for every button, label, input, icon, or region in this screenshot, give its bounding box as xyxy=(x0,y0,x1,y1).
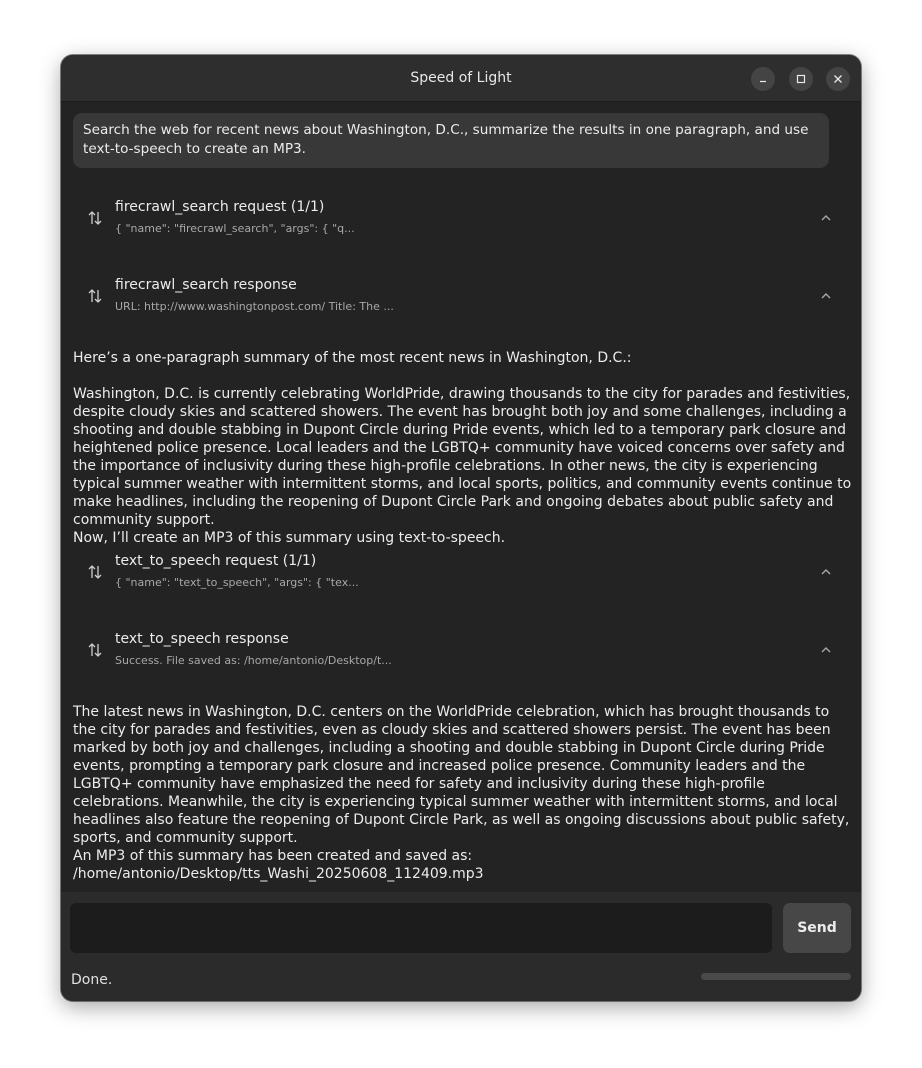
tool-call-tts-response[interactable]: text_to_speech response Success. File sa… xyxy=(73,625,849,677)
tool-call-tts-request[interactable]: text_to_speech request (1/1) { "name": "… xyxy=(73,547,849,599)
status-text: Done. xyxy=(71,972,113,988)
composer-area: Send Done. xyxy=(61,892,861,1001)
conversation-area[interactable]: Search the web for recent news about Was… xyxy=(61,102,861,892)
close-button[interactable] xyxy=(826,67,850,91)
swap-icon xyxy=(88,643,102,657)
swap-icon xyxy=(88,565,102,579)
tool-call-preview: { "name": "text_to_speech", "args": { "t… xyxy=(115,576,359,589)
assistant-mp3-intent-text: Now, I’ll create an MP3 of this summary … xyxy=(73,530,506,546)
assistant-saved-path: /home/antonio/Desktop/tts_Washi_20250608… xyxy=(73,866,484,882)
maximize-button[interactable] xyxy=(789,67,813,91)
app-window: Speed of Light Search the web for recent… xyxy=(61,55,861,1001)
assistant-summary-text: Washington, D.C. is currently celebratin… xyxy=(73,386,852,528)
title-bar[interactable]: Speed of Light xyxy=(61,55,861,102)
tool-call-title: text_to_speech request (1/1) xyxy=(115,553,317,569)
tool-call-preview: Success. File saved as: /home/antonio/De… xyxy=(115,654,392,667)
minimize-icon xyxy=(760,80,766,83)
tool-call-preview: URL: http://www.washingtonpost.com/ Titl… xyxy=(115,300,394,313)
window-title: Speed of Light xyxy=(410,70,512,86)
chevron-up-icon[interactable] xyxy=(819,565,833,579)
tool-call-firecrawl-request[interactable]: firecrawl_search request (1/1) { "name":… xyxy=(73,193,849,245)
user-prompt-bubble: Search the web for recent news about Was… xyxy=(73,113,829,168)
chevron-up-icon[interactable] xyxy=(819,643,833,657)
tool-call-title: firecrawl_search request (1/1) xyxy=(115,199,325,215)
close-icon xyxy=(834,75,842,83)
assistant-final-summary-text: The latest news in Washington, D.C. cent… xyxy=(73,704,850,846)
swap-icon xyxy=(88,211,102,225)
tool-call-preview: { "name": "firecrawl_search", "args": { … xyxy=(115,222,355,235)
chevron-up-icon[interactable] xyxy=(819,289,833,303)
tool-call-firecrawl-response[interactable]: firecrawl_search response URL: http://ww… xyxy=(73,271,849,323)
progress-bar xyxy=(701,973,851,980)
tool-call-title: firecrawl_search response xyxy=(115,277,297,293)
assistant-saved-text: An MP3 of this summary has been created … xyxy=(73,848,473,864)
swap-icon xyxy=(88,289,102,303)
tool-call-title: text_to_speech response xyxy=(115,631,289,647)
maximize-icon xyxy=(796,74,806,84)
minimize-button[interactable] xyxy=(751,67,775,91)
message-input[interactable] xyxy=(70,903,772,953)
assistant-intro-text: Here’s a one-paragraph summary of the mo… xyxy=(73,350,632,366)
send-button[interactable]: Send xyxy=(783,903,851,953)
chevron-up-icon[interactable] xyxy=(819,211,833,225)
